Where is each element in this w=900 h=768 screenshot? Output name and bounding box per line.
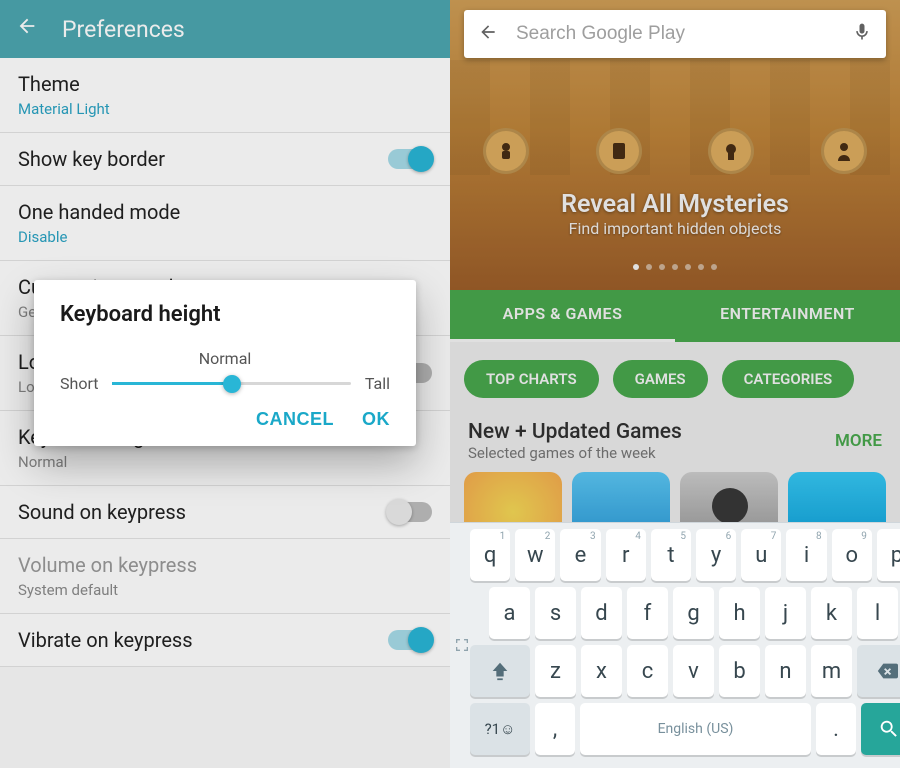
symbols-key[interactable]: ?1☺ <box>470 703 530 755</box>
slider-max-label: Tall <box>365 374 390 393</box>
store-tabs: APPS & GAMES ENTERTAINMENT <box>450 290 900 342</box>
setting-subtitle: Disable <box>18 228 432 246</box>
backspace-key[interactable] <box>857 645 900 697</box>
setting-title: Show key border <box>18 147 432 171</box>
ok-button[interactable]: OK <box>362 409 390 430</box>
height-slider[interactable] <box>112 382 350 385</box>
setting-show-key-border[interactable]: Show key border <box>0 133 450 186</box>
setting-title: One handed mode <box>18 200 432 224</box>
chip-row: TOP CHARTS GAMES CATEGORIES <box>450 342 900 416</box>
setting-vibrate-on-keypress[interactable]: Vibrate on keypress <box>0 614 450 667</box>
setting-title: Vibrate on keypress <box>18 628 432 652</box>
cancel-button[interactable]: CANCEL <box>256 409 334 430</box>
chip-categories[interactable]: CATEGORIES <box>722 360 855 398</box>
play-store-pane: Reveal All Mysteries Find important hidd… <box>450 0 900 768</box>
hero-title: Reveal All Mysteries <box>450 190 900 219</box>
setting-subtitle: Material Light <box>18 100 432 118</box>
soft-keyboard: q1w2e3r4t5y6u7i8o9p0 asdfghjkl zxcvbnm ?… <box>450 522 900 768</box>
key-q[interactable]: q1 <box>470 529 510 581</box>
key-h[interactable]: h <box>719 587 760 639</box>
key-j[interactable]: j <box>765 587 806 639</box>
key-x[interactable]: x <box>581 645 622 697</box>
keyboard-height-dialog: Keyboard height Normal Short Tall CANCEL… <box>34 280 416 446</box>
search-bar[interactable] <box>464 10 886 58</box>
setting-theme[interactable]: Theme Material Light <box>0 58 450 133</box>
toggle-switch[interactable] <box>388 630 432 650</box>
hero-subtitle: Find important hidden objects <box>450 219 900 238</box>
setting-title: Volume on keypress <box>18 553 432 577</box>
setting-subtitle: System default <box>18 581 432 599</box>
setting-subtitle: Normal <box>18 453 432 471</box>
key-a[interactable]: a <box>489 587 530 639</box>
key-o[interactable]: o9 <box>832 529 872 581</box>
spacebar-key[interactable]: English (US) <box>580 703 811 755</box>
key-i[interactable]: i8 <box>786 529 826 581</box>
appbar-title: Preferences <box>62 16 185 43</box>
toggle-switch[interactable] <box>388 502 432 522</box>
key-z[interactable]: z <box>535 645 576 697</box>
setting-title: Sound on keypress <box>18 500 432 524</box>
key-g[interactable]: g <box>673 587 714 639</box>
preferences-pane: Preferences Theme Material Light Show key … <box>0 0 450 768</box>
chip-games[interactable]: GAMES <box>613 360 708 398</box>
key-k[interactable]: k <box>811 587 852 639</box>
search-key[interactable] <box>861 703 900 755</box>
toggle-switch[interactable] <box>388 149 432 169</box>
back-arrow-icon[interactable] <box>16 15 38 43</box>
key-m[interactable]: m <box>811 645 852 697</box>
key-s[interactable]: s <box>535 587 576 639</box>
setting-one-handed-mode[interactable]: One handed mode Disable <box>0 186 450 261</box>
key-v[interactable]: v <box>673 645 714 697</box>
slider-min-label: Short <box>60 374 98 393</box>
search-input[interactable] <box>516 23 834 45</box>
appbar: Preferences <box>0 0 450 58</box>
key-d[interactable]: d <box>581 587 622 639</box>
tab-entertainment[interactable]: ENTERTAINMENT <box>675 304 900 342</box>
key-y[interactable]: y6 <box>696 529 736 581</box>
key-n[interactable]: n <box>765 645 806 697</box>
key-b[interactable]: b <box>719 645 760 697</box>
key-u[interactable]: u7 <box>741 529 781 581</box>
key-c[interactable]: c <box>627 645 668 697</box>
carousel-dots <box>450 264 900 270</box>
key-f[interactable]: f <box>627 587 668 639</box>
setting-volume-on-keypress[interactable]: Volume on keypress System default <box>0 539 450 614</box>
expand-icon[interactable] <box>454 529 470 761</box>
back-arrow-icon[interactable] <box>478 22 498 46</box>
chip-top-charts[interactable]: TOP CHARTS <box>464 360 599 398</box>
key-p[interactable]: p0 <box>877 529 900 581</box>
period-key[interactable]: . <box>816 703 856 755</box>
section-title: New + Updated Games <box>468 420 823 444</box>
setting-sound-on-keypress[interactable]: Sound on keypress <box>0 486 450 539</box>
dialog-title: Keyboard height <box>60 302 390 327</box>
mic-icon[interactable] <box>852 22 872 46</box>
key-l[interactable]: l <box>857 587 898 639</box>
section-subtitle: Selected games of the week <box>468 444 823 462</box>
slider-value-label: Normal <box>60 349 390 368</box>
setting-title: Theme <box>18 72 432 96</box>
tab-apps-games[interactable]: APPS & GAMES <box>450 304 675 342</box>
key-e[interactable]: e3 <box>560 529 600 581</box>
key-w[interactable]: w2 <box>515 529 555 581</box>
shift-key[interactable] <box>470 645 530 697</box>
more-button[interactable]: MORE <box>835 431 882 451</box>
key-t[interactable]: t5 <box>651 529 691 581</box>
comma-key[interactable]: , <box>535 703 575 755</box>
key-r[interactable]: r4 <box>606 529 646 581</box>
